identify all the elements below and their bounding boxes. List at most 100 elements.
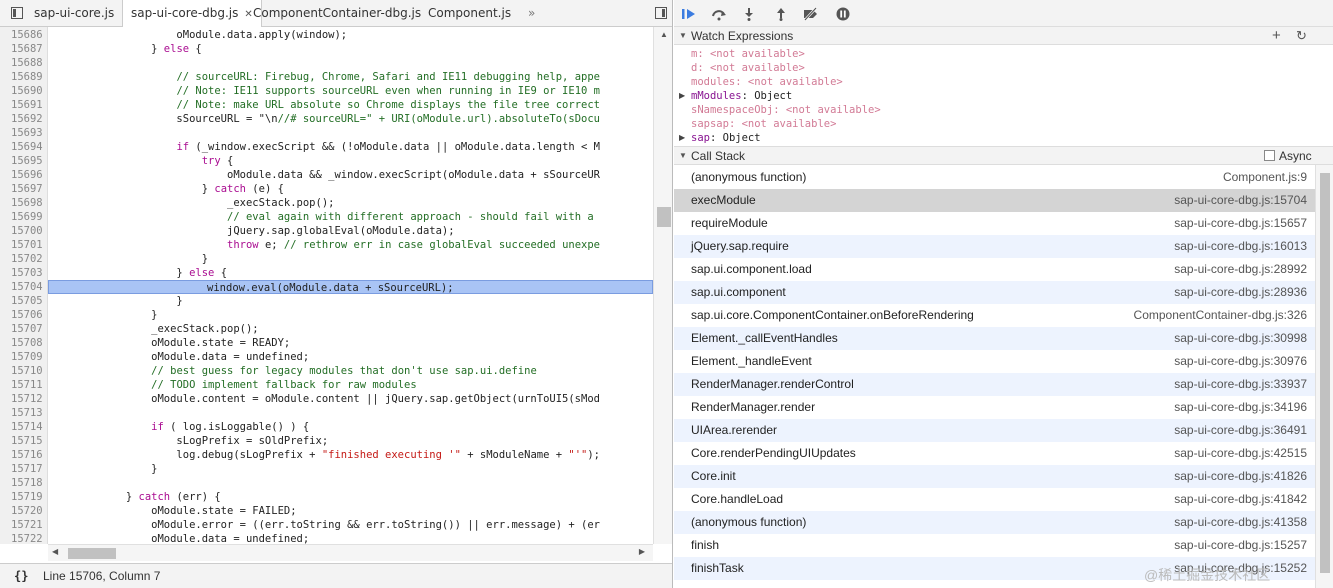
call-frame[interactable]: finish sap-ui-core-dbg.js:15257 (674, 534, 1315, 557)
call-frame-location[interactable]: sap-ui-core-dbg.js:16013 (1174, 235, 1307, 258)
pause-on-exceptions-icon[interactable] (834, 5, 852, 23)
line-number[interactable]: 15712 (0, 392, 48, 406)
resume-icon[interactable] (680, 5, 698, 23)
expand-triangle-icon[interactable]: ▶ (679, 131, 685, 145)
line-number[interactable]: 15711 (0, 378, 48, 392)
line-number[interactable]: 15701 (0, 238, 48, 252)
line-number[interactable]: 15718 (0, 476, 48, 490)
line-number[interactable]: 15721 (0, 518, 48, 532)
vertical-scrollbar[interactable]: ▲ (653, 27, 672, 544)
call-frame[interactable]: requireModule sap-ui-core-dbg.js:15657 (674, 212, 1315, 235)
watch-item[interactable]: d: <not available> (691, 61, 805, 75)
call-frame[interactable]: sap.ui.component.load sap-ui-core-dbg.js:… (674, 258, 1315, 281)
watch-item[interactable]: sapsap: <not available> (691, 117, 836, 131)
line-number[interactable]: 15713 (0, 406, 48, 420)
refresh-watch-icon[interactable]: ↻ (1296, 27, 1307, 45)
call-frame-location[interactable]: sap-ui-core-dbg.js:41842 (1174, 488, 1307, 511)
watch-item[interactable]: modules: <not available> (691, 75, 843, 89)
line-number[interactable]: 15710 (0, 364, 48, 378)
call-frame[interactable]: execModule sap-ui-core-dbg.js:15704 (674, 189, 1315, 212)
step-over-icon[interactable] (710, 5, 728, 23)
line-number[interactable]: 15719 (0, 490, 48, 504)
line-number[interactable]: 15707 (0, 322, 48, 336)
tab-sap-ui-core[interactable]: sap-ui-core.js (26, 0, 122, 27)
watch-item[interactable]: m: <not available> (691, 47, 805, 61)
call-frame-location[interactable]: sap-ui-core-dbg.js:15657 (1174, 212, 1307, 235)
call-frame[interactable]: sap.ui.component sap-ui-core-dbg.js:28936 (674, 281, 1315, 304)
line-number[interactable]: 15709 (0, 350, 48, 364)
call-frame-location[interactable]: sap-ui-core-dbg.js:42515 (1174, 442, 1307, 465)
call-frame-location[interactable]: sap-ui-core-dbg.js:33937 (1174, 373, 1307, 396)
line-number[interactable]: 15699 (0, 210, 48, 224)
expand-triangle-icon[interactable]: ▶ (679, 89, 685, 103)
code-editor[interactable]: 15686 15687 15688 15689 15690 15691 15692 15693… (0, 27, 672, 544)
call-frame-location[interactable]: sap-ui-core-dbg.js:41358 (1174, 511, 1307, 534)
line-number[interactable]: 15704 (0, 280, 48, 294)
line-number[interactable]: 15703 (0, 266, 48, 280)
call-frame-location[interactable]: sap-ui-core-dbg.js:41826 (1174, 465, 1307, 488)
watch-item[interactable]: sNamespaceObj: <not available> (691, 103, 881, 117)
tabs-overflow-button[interactable]: » (520, 0, 543, 27)
call-frame-location[interactable]: sap-ui-core-dbg.js:28992 (1174, 258, 1307, 281)
line-number[interactable]: 15700 (0, 224, 48, 238)
deactivate-breakpoints-icon[interactable] (802, 5, 820, 23)
call-frame[interactable]: RenderManager.render sap-ui-core-dbg.js:3… (674, 396, 1315, 419)
call-frame[interactable]: (anonymous function) sap-ui-core-dbg.js:4… (674, 511, 1315, 534)
call-frame-location[interactable]: Component.js:9 (1223, 166, 1307, 189)
toggle-debugger-icon[interactable] (652, 4, 670, 22)
call-frame[interactable]: (anonymous function) Component.js:9 (674, 166, 1315, 189)
call-frame[interactable]: UIArea.rerender sap-ui-core-dbg.js:36491 (674, 419, 1315, 442)
line-number-gutter[interactable]: 15686 15687 15688 15689 15690 15691 15692 15693… (0, 27, 48, 544)
call-frame[interactable]: Core.renderPendingUIUpdates sap-ui-core-d… (674, 442, 1315, 465)
tab-component[interactable]: Component.js (420, 0, 519, 27)
line-number[interactable]: 15692 (0, 112, 48, 126)
scroll-left-icon[interactable]: ◀ (52, 547, 58, 556)
line-number[interactable]: 15694 (0, 140, 48, 154)
tab-componentcontainer-dbg[interactable]: ComponentContainer-dbg.js (245, 0, 429, 27)
line-number[interactable]: 15695 (0, 154, 48, 168)
step-into-icon[interactable] (740, 5, 758, 23)
line-number[interactable]: 15686 (0, 28, 48, 42)
line-number[interactable]: 15698 (0, 196, 48, 210)
call-frame-location[interactable]: sap-ui-core-dbg.js:15704 (1174, 189, 1307, 212)
line-number[interactable]: 15702 (0, 252, 48, 266)
line-number[interactable]: 15696 (0, 168, 48, 182)
call-frame[interactable]: jQuery.sap.require sap-ui-core-dbg.js:160… (674, 235, 1315, 258)
call-frame-location[interactable]: sap-ui-core-dbg.js:36491 (1174, 419, 1307, 442)
line-number[interactable]: 15716 (0, 448, 48, 462)
line-number[interactable]: 15720 (0, 504, 48, 518)
horizontal-scrollbar[interactable]: ◀ ▶ (48, 544, 653, 561)
call-frame-location[interactable]: sap-ui-core-dbg.js:30998 (1174, 327, 1307, 350)
call-frame-location[interactable]: sap-ui-core-dbg.js:30976 (1174, 350, 1307, 373)
watch-item[interactable]: sap: Object (691, 131, 761, 145)
line-number[interactable]: 15717 (0, 462, 48, 476)
toggle-navigator-icon[interactable] (8, 4, 26, 22)
step-out-icon[interactable] (772, 5, 790, 23)
line-number[interactable]: 15693 (0, 126, 48, 140)
pretty-print-icon[interactable]: {} (14, 564, 28, 588)
call-frame-location[interactable]: ComponentContainer-dbg.js:326 (1134, 304, 1307, 327)
vertical-scroll-thumb[interactable] (657, 207, 671, 227)
call-frame-location[interactable]: sap-ui-core-dbg.js:28936 (1174, 281, 1307, 304)
watch-item[interactable]: mModules: Object (691, 89, 792, 103)
line-number[interactable]: 15714 (0, 420, 48, 434)
tab-sap-ui-core-dbg[interactable]: sap-ui-core-dbg.js ✕ (122, 0, 262, 28)
line-number[interactable]: 15689 (0, 70, 48, 84)
line-number[interactable]: 15705 (0, 294, 48, 308)
line-number[interactable]: 15708 (0, 336, 48, 350)
line-number[interactable]: 15697 (0, 182, 48, 196)
scroll-up-icon[interactable]: ▲ (660, 30, 668, 39)
async-checkbox[interactable] (1264, 150, 1275, 161)
watch-expressions-header[interactable]: ▼ Watch Expressions + ↻ (674, 26, 1333, 45)
call-frame[interactable]: Core.handleLoad sap-ui-core-dbg.js:41842 (674, 488, 1315, 511)
line-number[interactable]: 15688 (0, 56, 48, 70)
call-frame[interactable]: Element._handleEvent sap-ui-core-dbg.js:3… (674, 350, 1315, 373)
call-stack-scrollbar[interactable] (1315, 165, 1333, 588)
call-frame[interactable]: sap.ui.core.ComponentContainer.onBeforeR… (674, 304, 1315, 327)
horizontal-scroll-thumb[interactable] (68, 548, 116, 559)
line-number[interactable]: 15706 (0, 308, 48, 322)
line-number[interactable]: 15690 (0, 84, 48, 98)
line-number[interactable]: 15715 (0, 434, 48, 448)
call-frame[interactable]: Core.init sap-ui-core-dbg.js:41826 (674, 465, 1315, 488)
add-watch-icon[interactable]: + (1272, 27, 1281, 45)
